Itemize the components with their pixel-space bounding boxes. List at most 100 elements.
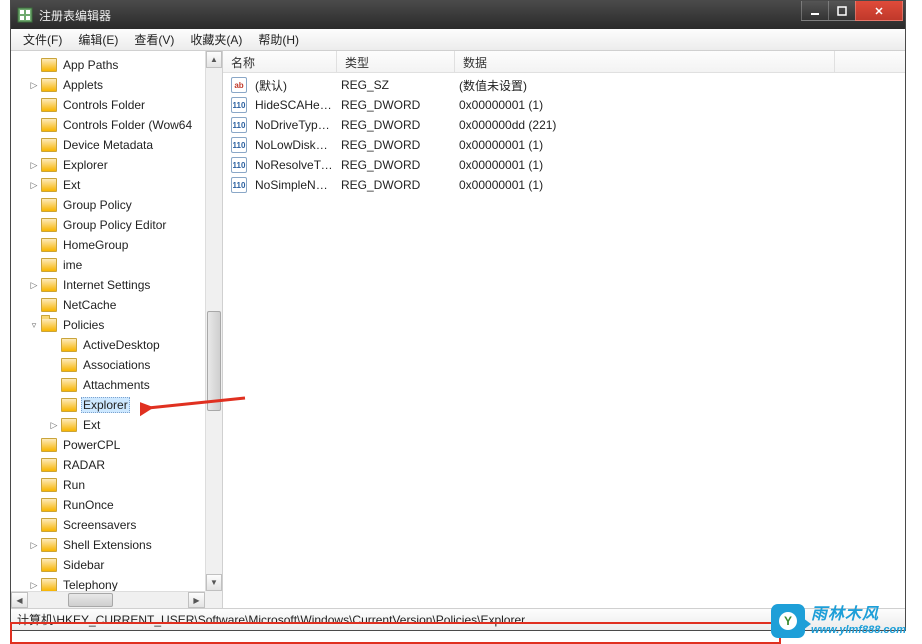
list-pane: 名称 类型 数据 ab(默认)REG_SZ(数值未设置)110HideSCAHe… [223,51,905,608]
tree-node[interactable]: ▷Shell Extensions [13,535,205,555]
tree-node[interactable]: ▷Associations [13,355,205,375]
scroll-left-icon[interactable]: ◀ [11,592,28,608]
tree-node-label: Run [61,477,87,493]
tree-node[interactable]: ▷ime [13,255,205,275]
value-type: REG_DWORD [337,118,455,132]
menu-view[interactable]: 查看(V) [126,29,182,50]
tree-horizontal-scrollbar[interactable]: ◀ ▶ [11,591,205,608]
tree-node[interactable]: ▷Controls Folder [13,95,205,115]
tree-node[interactable]: ▷Explorer [13,155,205,175]
tree-node-label: Attachments [81,377,152,393]
folder-icon [41,138,57,152]
app-icon [17,7,33,23]
folder-icon [41,58,57,72]
folder-icon [41,578,57,591]
menu-help[interactable]: 帮助(H) [250,29,307,50]
tree-node[interactable]: ▷Applets [13,75,205,95]
tree-node[interactable]: ▷Device Metadata [13,135,205,155]
value-row[interactable]: 110NoResolveTrackREG_DWORD0x00000001 (1) [223,155,905,175]
tree-node[interactable]: ▷Group Policy Editor [13,215,205,235]
folder-icon [61,338,77,352]
expand-icon[interactable]: ▷ [27,580,41,591]
value-type: REG_SZ [337,78,455,92]
tree-node[interactable]: ▷RunOnce [13,495,205,515]
expand-icon[interactable]: ▷ [27,80,41,91]
tree-node[interactable]: ▷Attachments [13,375,205,395]
tree-node[interactable]: ▷RADAR [13,455,205,475]
tree-node[interactable]: ▷Sidebar [13,555,205,575]
scroll-up-icon[interactable]: ▲ [206,51,222,68]
value-list[interactable]: ab(默认)REG_SZ(数值未设置)110HideSCAHealthREG_D… [223,73,905,195]
scroll-right-icon[interactable]: ▶ [188,592,205,608]
tree-node-label: RunOnce [61,497,116,513]
tree-node-label: Associations [81,357,152,373]
tree-node-label: Explorer [81,397,130,413]
status-path: 计算机\HKEY_CURRENT_USER\Software\Microsoft… [17,611,525,628]
tree-node-label: Device Metadata [61,137,155,153]
tree-node[interactable]: ▷Group Policy [13,195,205,215]
column-data[interactable]: 数据 [455,51,835,72]
expand-icon[interactable]: ▷ [27,540,41,551]
window-frame: 注册表编辑器 文件(F) 编辑(E) 查看(V) 收藏夹(A) 帮助(H) ▷A… [10,0,906,631]
minimize-button[interactable] [801,1,829,21]
folder-icon [61,358,77,372]
value-row[interactable]: ab(默认)REG_SZ(数值未设置) [223,75,905,95]
folder-icon [41,258,57,272]
tree-node[interactable]: ▷Explorer [13,395,205,415]
expand-icon[interactable]: ▷ [27,180,41,191]
close-button[interactable] [855,1,903,21]
tree-node-label: Internet Settings [61,277,152,293]
tree-node[interactable]: ▷App Paths [13,55,205,75]
scroll-track[interactable] [206,68,222,574]
folder-icon [41,518,57,532]
scroll-thumb[interactable] [68,593,113,607]
watermark-url: www.ylmf888.com [811,624,906,636]
tree-node[interactable]: ▷ Ext [13,415,205,435]
value-row[interactable]: 110HideSCAHealthREG_DWORD0x00000001 (1) [223,95,905,115]
tree-node[interactable]: ▷Ext [13,175,205,195]
expand-icon[interactable]: ▷ [47,420,61,431]
expand-icon[interactable]: ▷ [27,280,41,291]
value-name: NoSimpleNetI... [251,178,337,192]
tree-node-label: ime [61,257,84,273]
tree-node[interactable]: ▷ActiveDesktop [13,335,205,355]
tree-node[interactable]: ▷Run [13,475,205,495]
scroll-track[interactable] [28,592,188,608]
tree-node-label: NetCache [61,297,118,313]
expand-icon[interactable]: ▷ [27,160,41,171]
tree-node[interactable]: ▷Telephony [13,575,205,591]
value-name: HideSCAHealth [251,98,337,112]
tree-node[interactable]: ▷NetCache [13,295,205,315]
value-row[interactable]: 110NoDriveTypeA...REG_DWORD0x000000dd (2… [223,115,905,135]
value-data: 0x00000001 (1) [455,98,835,112]
menu-file[interactable]: 文件(F) [15,29,70,50]
column-type[interactable]: 类型 [337,51,455,72]
column-name[interactable]: 名称 [223,51,337,72]
folder-icon [41,178,57,192]
tree-node-label: Policies [61,317,106,333]
title-bar[interactable]: 注册表编辑器 [11,1,905,29]
folder-icon [41,218,57,232]
tree-node[interactable]: ▿ Policies [13,315,205,335]
menu-favorites[interactable]: 收藏夹(A) [182,29,250,50]
tree-node[interactable]: ▷ Internet Settings [13,275,205,295]
tree-node-label: Controls Folder (Wow64 [61,117,194,133]
tree-vertical-scrollbar[interactable]: ▲ ▼ [205,51,222,591]
maximize-button[interactable] [828,1,856,21]
tree-node[interactable]: ▷PowerCPL [13,435,205,455]
menu-edit[interactable]: 编辑(E) [70,29,126,50]
watermark: Y 雨林木风 www.ylmf888.com [771,604,906,638]
collapse-icon[interactable]: ▿ [27,320,41,331]
registry-tree[interactable]: ▷App Paths▷Applets▷Controls Folder▷Contr… [11,51,205,591]
tree-node-label: Ext [81,417,102,433]
tree-pane: ▷App Paths▷Applets▷Controls Folder▷Contr… [11,51,223,608]
tree-node[interactable]: ▷Controls Folder (Wow64 [13,115,205,135]
scroll-thumb[interactable] [207,311,221,411]
folder-icon [61,418,77,432]
tree-node-label: Controls Folder [61,97,147,113]
value-row[interactable]: 110NoSimpleNetI...REG_DWORD0x00000001 (1… [223,175,905,195]
tree-node[interactable]: ▷Screensavers [13,515,205,535]
scroll-down-icon[interactable]: ▼ [206,574,222,591]
value-row[interactable]: 110NoLowDiskSp...REG_DWORD0x00000001 (1) [223,135,905,155]
tree-node[interactable]: ▷HomeGroup [13,235,205,255]
